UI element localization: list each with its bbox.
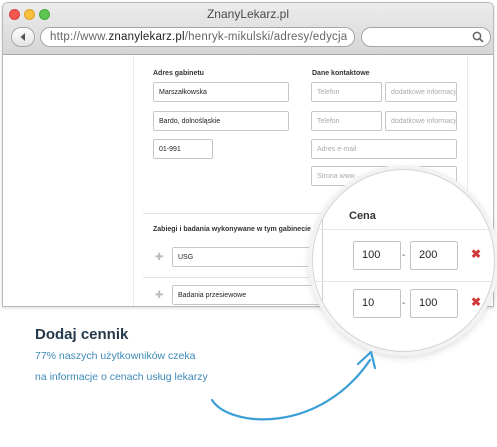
drag-handle-icon[interactable]: ✚ xyxy=(155,252,163,263)
price-max-input[interactable]: 200 xyxy=(410,241,458,270)
service-input[interactable]: Badania przesiewowe xyxy=(172,285,322,305)
price-magnifier: Cena 100 - 200 ✖ 10 - 100 ✖ xyxy=(312,169,495,352)
promo-text-line-1: 77% naszych użytkowników czeka xyxy=(35,350,196,362)
curved-arrow-icon xyxy=(210,350,377,421)
drag-handle-icon[interactable]: ✚ xyxy=(155,290,163,301)
city-input[interactable]: Bardo, dolnośląskie xyxy=(153,111,289,131)
magnified-input-edge xyxy=(313,170,323,351)
window-title: ZnanyLekarz.pl xyxy=(206,7,290,21)
service-input[interactable]: USG xyxy=(172,247,322,267)
remove-icon[interactable]: ✖ xyxy=(471,295,481,309)
extra-info-input-2[interactable]: dodatkowe informacje xyxy=(385,111,457,131)
contact-label: Dane kontaktowe xyxy=(312,70,370,77)
row-divider xyxy=(143,277,333,278)
email-input[interactable]: Adres e-mail xyxy=(311,139,457,159)
promo-text-line-2: na informacje o cenach usług lekarzy xyxy=(35,371,208,383)
price-separator: - xyxy=(402,298,406,309)
stage: ZnanyLekarz.pl http://www.znanylekarz.pl… xyxy=(0,0,497,447)
price-separator: - xyxy=(402,250,406,261)
back-arrow-icon xyxy=(20,33,25,41)
browser-toolbar: ZnanyLekarz.pl http://www.znanylekarz.pl… xyxy=(3,3,493,55)
price-row-divider xyxy=(313,281,494,282)
postcode-input[interactable]: 01-991 xyxy=(153,139,213,159)
services-label: Zabiegi i badania wykonywane w tym gabin… xyxy=(153,226,311,233)
price-max-input[interactable]: 100 xyxy=(410,289,458,318)
address-label: Adres gabinetu xyxy=(153,70,204,77)
url-prefix: http://www. xyxy=(50,31,109,43)
price-label: Cena xyxy=(349,210,376,222)
search-field[interactable] xyxy=(361,27,491,47)
search-icon xyxy=(472,31,484,43)
url-domain: znanylekarz.pl xyxy=(108,31,185,43)
price-header-divider xyxy=(313,229,494,230)
price-min-input[interactable]: 10 xyxy=(353,289,401,318)
back-button[interactable] xyxy=(11,27,35,47)
column-divider-left xyxy=(133,56,134,306)
phone-input-2[interactable]: Telefon xyxy=(311,111,382,131)
remove-icon[interactable]: ✖ xyxy=(471,247,481,261)
address-bar[interactable]: http://www.znanylekarz.pl/henryk-mikulsk… xyxy=(40,27,355,47)
promo-title: Dodaj cennik xyxy=(35,326,129,343)
extra-info-input-1[interactable]: dodatkowe informacje xyxy=(385,82,457,102)
street-input[interactable]: Marszałkowska xyxy=(153,82,289,102)
phone-input-1[interactable]: Telefon xyxy=(311,82,382,102)
url-path: /henryk-mikulski/adresy/edycja xyxy=(184,31,348,43)
price-min-input[interactable]: 100 xyxy=(353,241,401,270)
